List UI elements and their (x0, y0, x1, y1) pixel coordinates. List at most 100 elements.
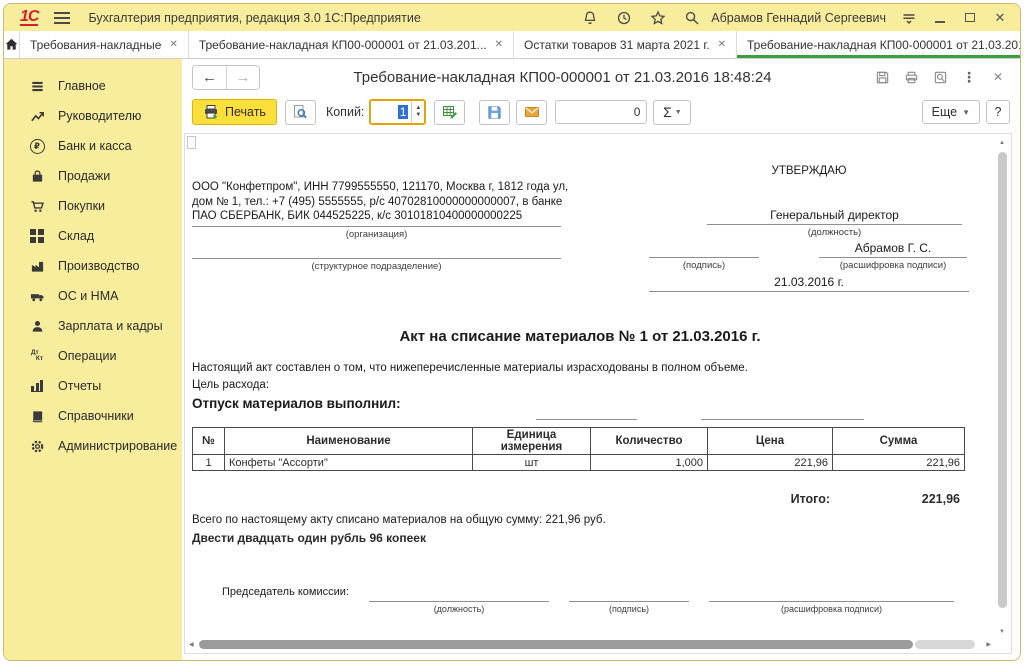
sum-field[interactable]: 0 (555, 100, 647, 124)
current-user-name[interactable]: Абрамов Геннадий Сергеевич (711, 11, 886, 25)
gear-icon (28, 439, 46, 454)
issued-by-label: Отпуск материалов выполнил: (192, 396, 401, 411)
preview-button[interactable] (285, 100, 316, 125)
horizontal-scroll-track[interactable] (915, 640, 975, 649)
tab-trebovaniya-nakladnye[interactable]: Требования-накладные ✕ (20, 31, 189, 58)
notifications-bell-icon[interactable] (579, 7, 601, 29)
total-value: 221,96 (764, 492, 960, 506)
sidebar-item-glavnoe[interactable]: Главное (4, 71, 182, 101)
sidebar-item-pokupki[interactable]: Покупки (4, 191, 182, 221)
col-unit: Единица измерения (473, 428, 591, 455)
search-icon[interactable] (681, 7, 703, 29)
scroll-left-icon[interactable]: ◀ (189, 641, 194, 648)
open-windows-tab-bar: Требования-накладные ✕ Требование-наклад… (4, 31, 1020, 59)
act-body-line: Настоящий акт составлен о том, что нижеп… (192, 362, 748, 374)
help-button[interactable]: ? (986, 100, 1010, 124)
scroll-right-icon[interactable]: ▶ (986, 641, 991, 648)
sidebar-item-administrirovanie[interactable]: Администрирование (4, 431, 182, 461)
forward-button[interactable]: → (226, 66, 259, 89)
form-title: Требование-накладная КП00-000001 от 21.0… (260, 69, 865, 86)
history-icon[interactable] (613, 7, 635, 29)
sigma-icon: Σ (663, 104, 672, 120)
copies-label: Копий: (326, 105, 364, 119)
spreadsheet-print-preview[interactable]: ООО "Конфетпром", ИНН 7799555550, 121170… (184, 133, 1012, 654)
send-email-button[interactable] (516, 100, 547, 125)
horizontal-scroll-thumb[interactable] (199, 640, 913, 649)
close-tab-icon[interactable]: ✕ (169, 39, 177, 50)
minimize-button[interactable] (930, 8, 950, 28)
col-name: Наименование (225, 428, 473, 455)
maximize-button[interactable] (960, 8, 980, 28)
spin-up-icon[interactable]: ▲ (415, 105, 421, 112)
save-icon[interactable] (870, 65, 894, 89)
spreadsheet-corner-cell (187, 136, 196, 149)
preview-icon[interactable] (928, 65, 952, 89)
vertical-scrollbar[interactable]: ▲ ▼ (998, 140, 1007, 635)
sidebar-item-operacii[interactable]: ДтКт Операции (4, 341, 182, 371)
save-file-button[interactable] (479, 100, 510, 125)
truck-icon (28, 289, 46, 304)
organization-details: ООО "Конфетпром", ИНН 7799555550, 121170… (192, 180, 568, 224)
tab-label: Требование-накладная КП00-000001 от 21.0… (199, 38, 487, 52)
tab-ostatki-tovarov[interactable]: Остатки товаров 31 марта 2021 г. ✕ (514, 31, 737, 58)
sidebar-item-rukovoditelyu[interactable]: Руководителю (4, 101, 182, 131)
approve-date: 21.03.2016 г. (649, 275, 969, 289)
sidebar-item-otchety[interactable]: Отчеты (4, 371, 182, 401)
print-toolbar: Печать Копий: 1 ▲▼ (182, 95, 1020, 129)
sections-sidebar: Главное Руководителю ₽ Банк и касса Прод… (4, 59, 182, 660)
home-tab[interactable] (4, 31, 20, 58)
vertical-scroll-thumb[interactable] (998, 152, 1007, 608)
table-row: 1 Конфеты "Ассорти" шт 1,000 221,96 221,… (193, 455, 965, 471)
copies-stepper[interactable]: 1 ▲▼ (369, 99, 426, 125)
main-menu-icon[interactable] (54, 12, 70, 24)
close-form-icon[interactable]: ✕ (986, 65, 1010, 89)
book-icon (28, 409, 46, 424)
sidebar-item-zarplata-i-kadry[interactable]: Зарплата и кадры (4, 311, 182, 341)
col-quantity: Количество (591, 428, 708, 455)
close-window-button[interactable]: ✕ (990, 8, 1010, 28)
cart-icon (28, 199, 46, 214)
sidebar-item-prodazhi[interactable]: Продажи (4, 161, 182, 191)
division-caption: (структурное подразделение) (192, 261, 561, 272)
service-settings-menu-icon[interactable] (898, 7, 920, 29)
materials-table: № Наименование Единица измерения Количес… (192, 427, 965, 471)
person-icon (28, 319, 46, 334)
sum-sigma-button[interactable]: Σ ▼ (653, 100, 691, 125)
print-icon[interactable] (899, 65, 923, 89)
sidebar-item-spravochniki[interactable]: Справочники (4, 401, 182, 431)
position-underline (707, 224, 962, 225)
organization-caption: (организация) (192, 229, 561, 240)
back-button[interactable]: ← (193, 66, 226, 89)
more-button[interactable]: Еще ▼ (922, 100, 980, 124)
close-tab-icon[interactable]: ✕ (718, 39, 726, 50)
sidebar-item-bank-i-kassa[interactable]: ₽ Банк и касса (4, 131, 182, 161)
total-in-words: Двести двадцать один рубль 96 копеек (192, 531, 426, 545)
sidebar-item-sklad[interactable]: Склад (4, 221, 182, 251)
spin-down-icon[interactable]: ▼ (415, 112, 421, 119)
purpose-label: Цель расхода: (192, 379, 269, 391)
scroll-down-icon[interactable]: ▼ (999, 629, 1005, 635)
tab-trebovanie-nakladnaya-1[interactable]: Требование-накладная КП00-000001 от 21.0… (189, 31, 514, 58)
print-button[interactable]: Печать (192, 99, 277, 125)
col-number: № (193, 428, 225, 455)
edit-table-button[interactable] (434, 100, 465, 125)
debit-credit-icon: ДтКт (28, 350, 46, 363)
date-underline (649, 291, 969, 292)
bar-chart-icon (28, 380, 46, 393)
favorites-star-icon[interactable] (647, 7, 669, 29)
sidebar-item-proizvodstvo[interactable]: Производство (4, 251, 182, 281)
close-tab-icon[interactable]: ✕ (495, 39, 503, 50)
more-commands-icon[interactable]: ⋮ (957, 65, 981, 89)
magnifier-page-icon (292, 104, 308, 120)
tab-label: Требования-накладные (30, 38, 161, 52)
horizontal-scrollbar[interactable]: ◀ ▶ (189, 640, 991, 649)
sidebar-item-os-i-nma[interactable]: ОС и НМА (4, 281, 182, 311)
tab-label: Остатки товаров 31 марта 2021 г. (524, 38, 710, 52)
approver-position: Генеральный директор (707, 208, 962, 222)
1c-logo-icon: 1С (20, 10, 38, 26)
ruble-circle-icon: ₽ (28, 139, 46, 154)
tab-trebovanie-nakladnaya-2-active[interactable]: Требование-накладная КП00-000001 от 21.0… (737, 31, 1021, 58)
chairman-caption-position: (должность) (369, 604, 549, 614)
scroll-up-icon[interactable]: ▲ (999, 140, 1005, 146)
sections-icon (28, 79, 46, 94)
